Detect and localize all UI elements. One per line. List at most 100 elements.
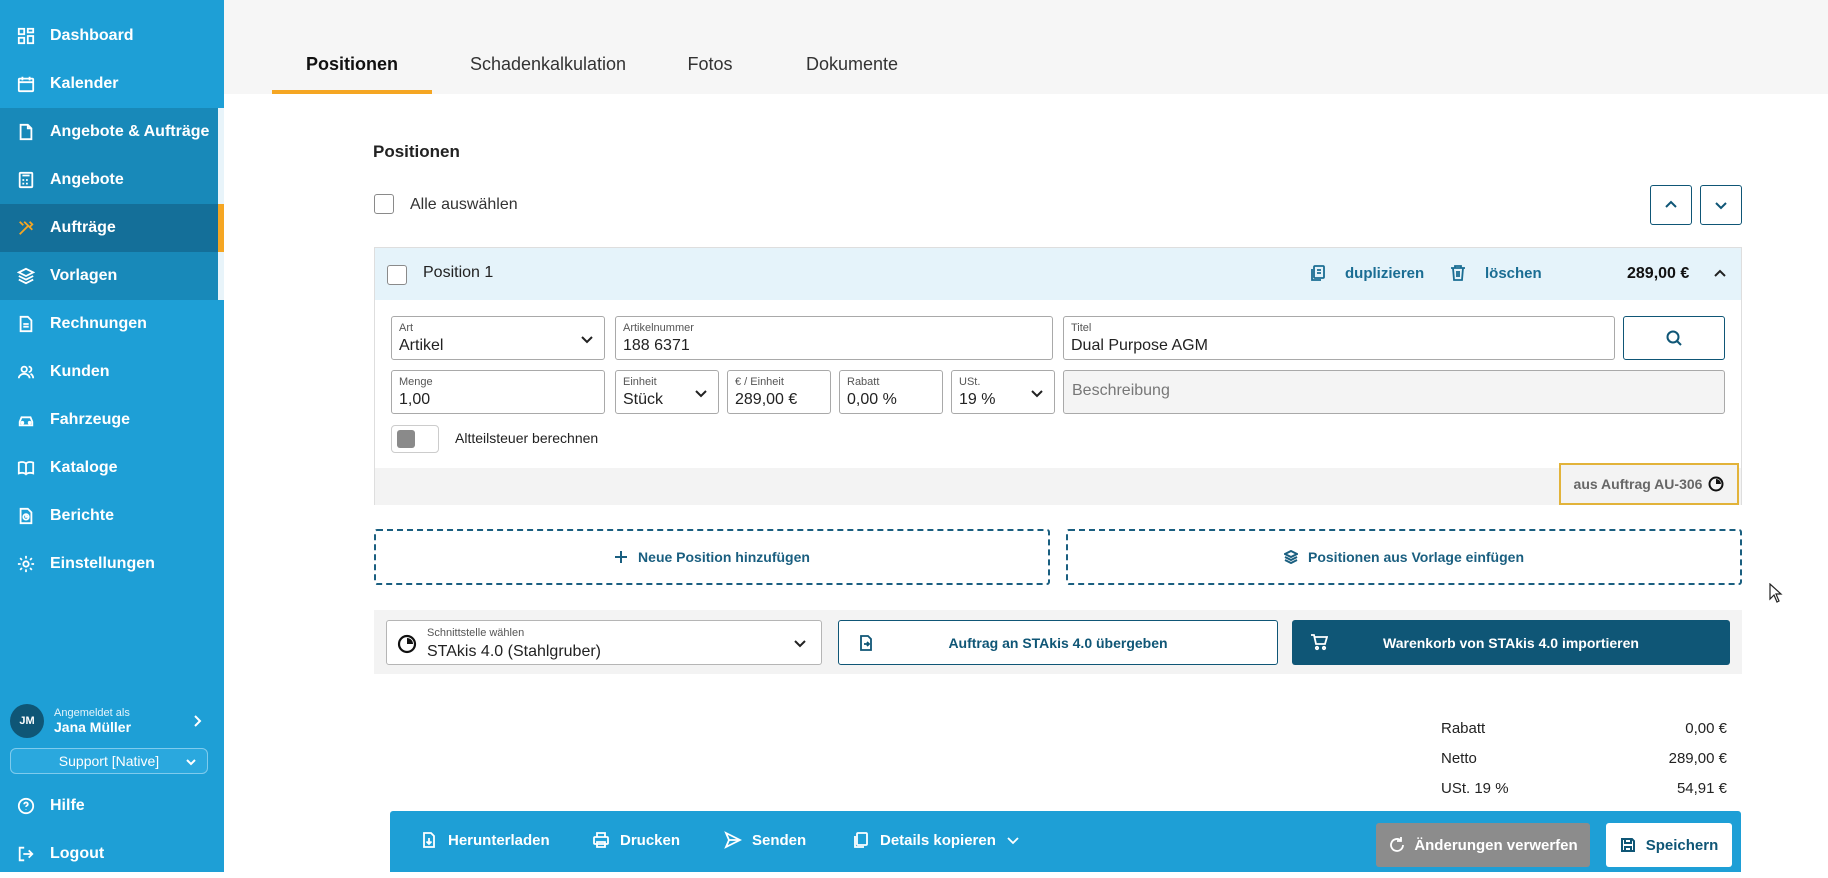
rabatt-label: Rabatt	[847, 376, 880, 388]
copy-icon	[854, 832, 868, 848]
art-label: Art	[399, 322, 414, 334]
discard-changes-button[interactable]: Änderungen verwerfen	[1376, 823, 1590, 867]
plus-icon	[615, 551, 628, 563]
car-icon	[16, 410, 36, 430]
ust-label: USt.	[959, 376, 981, 388]
preis-einheit-label: € / Einheit	[735, 376, 784, 388]
sidebar: Dashboard Kalender Angebote & Aufträge A…	[0, 0, 224, 872]
save-button[interactable]: Speichern	[1606, 823, 1732, 867]
interface-select-label: Schnittstelle wählen	[427, 627, 525, 639]
select-all-label: Alle auswählen	[410, 196, 518, 213]
sidebar-item-label: Angebote & Aufträge	[50, 123, 210, 140]
sidebar-item-logout[interactable]: Logout	[0, 830, 224, 878]
artikelnummer-value: 188 6371	[623, 337, 690, 354]
tab-fotos[interactable]: Fotos	[670, 48, 750, 94]
sidebar-item-kataloge[interactable]: Kataloge	[0, 444, 224, 492]
art-select[interactable]: Art Artikel	[391, 316, 605, 360]
move-down-button[interactable]	[1700, 185, 1742, 225]
sidebar-item-fahrzeuge[interactable]: Fahrzeuge	[0, 396, 224, 444]
invoice-icon	[16, 314, 36, 334]
support-select[interactable]: Support [Native]	[10, 748, 208, 774]
insert-from-template-button[interactable]: Positionen aus Vorlage einfügen	[1066, 529, 1742, 585]
layers-icon	[16, 266, 36, 286]
einheit-select[interactable]: Einheit Stück	[615, 370, 719, 414]
sidebar-item-kunden[interactable]: Kunden	[0, 348, 224, 396]
section-title: Positionen	[373, 142, 460, 161]
interface-select[interactable]: Schnittstelle wählen STAkis 4.0 (Stahlgr…	[386, 620, 822, 665]
save-icon	[1620, 838, 1635, 852]
move-up-button[interactable]	[1650, 185, 1692, 225]
search-icon	[1666, 330, 1682, 346]
titel-field[interactable]: Titel Dual Purpose AGM	[1063, 316, 1615, 360]
printer-icon	[593, 832, 609, 848]
stakis-logo-icon	[397, 634, 417, 654]
sidebar-item-rechnungen[interactable]: Rechnungen	[0, 300, 224, 348]
origin-order-badge[interactable]: aus Auftrag AU-306	[1559, 463, 1739, 505]
titel-value: Dual Purpose AGM	[1071, 337, 1208, 354]
position-footer: aus Auftrag AU-306	[375, 463, 1741, 505]
tab-positionen[interactable]: Positionen	[272, 48, 432, 94]
import-cart-button[interactable]: Warenkorb von STAkis 4.0 importieren	[1292, 620, 1730, 665]
download-button[interactable]: Herunterladen	[420, 831, 550, 849]
artikelnummer-field[interactable]: Artikelnummer 188 6371	[615, 316, 1053, 360]
tab-dokumente[interactable]: Dokumente	[796, 48, 908, 94]
interface-select-value: STAkis 4.0 (Stahlgruber)	[427, 643, 601, 660]
collapse-button[interactable]	[1713, 267, 1727, 281]
copy-details-button[interactable]: Details kopieren	[852, 831, 1020, 849]
article-search-button[interactable]	[1623, 316, 1725, 360]
chevron-up-icon	[1714, 269, 1726, 277]
download-file-icon	[423, 832, 435, 848]
add-position-button[interactable]: Neue Position hinzufügen	[374, 529, 1050, 585]
sidebar-item-einstellungen[interactable]: Einstellungen	[0, 540, 224, 588]
sidebar-item-berichte[interactable]: Berichte	[0, 492, 224, 540]
user-menu[interactable]: JM Angemeldet als Jana Müller	[0, 698, 224, 744]
altteilsteuer-label: Altteilsteuer berechnen	[455, 430, 599, 446]
sidebar-item-kalender[interactable]: Kalender	[0, 60, 224, 108]
avatar: JM	[10, 704, 44, 738]
layers-icon	[1284, 550, 1298, 564]
tools-icon	[16, 218, 36, 238]
sidebar-item-angebote[interactable]: Angebote	[0, 156, 224, 204]
download-label: Herunterladen	[448, 831, 550, 849]
rabatt-field[interactable]: Rabatt 0,00 %	[839, 370, 943, 414]
help-icon	[16, 796, 36, 816]
position-checkbox[interactable]	[387, 265, 407, 285]
transfer-order-button[interactable]: Auftrag an STAkis 4.0 übergeben	[838, 620, 1278, 665]
duplicate-button[interactable]: duplizieren	[1309, 264, 1424, 282]
ust-select[interactable]: USt. 19 %	[951, 370, 1055, 414]
sidebar-item-auftraege[interactable]: Aufträge	[0, 204, 224, 252]
position-card: Position 1 duplizieren löschen 289,00 € …	[374, 247, 1742, 505]
total-row-ust: USt. 19 % 54,91 €	[1441, 780, 1727, 797]
menge-field[interactable]: Menge 1,00	[391, 370, 605, 414]
menge-label: Menge	[399, 376, 433, 388]
menge-value: 1,00	[399, 391, 431, 408]
artikelnummer-label: Artikelnummer	[623, 322, 694, 334]
print-label: Drucken	[620, 831, 681, 849]
chevron-down-icon	[1007, 837, 1019, 845]
send-icon	[724, 831, 742, 849]
chevron-up-icon	[1665, 200, 1677, 208]
sidebar-item-dashboard[interactable]: Dashboard	[0, 12, 224, 60]
sidebar-item-label: Berichte	[50, 507, 115, 524]
cart-icon	[1310, 633, 1329, 651]
document-icon	[16, 122, 36, 142]
beschreibung-textarea[interactable]: Beschreibung	[1063, 370, 1725, 414]
chevron-down-icon	[1030, 386, 1044, 400]
altteilsteuer-toggle[interactable]	[391, 425, 439, 453]
send-button[interactable]: Senden	[724, 831, 806, 849]
chevron-down-icon	[694, 386, 708, 400]
preis-einheit-field[interactable]: € / Einheit 289,00 €	[727, 370, 831, 414]
beschreibung-placeholder: Beschreibung	[1072, 382, 1170, 399]
sidebar-item-label: Rechnungen	[50, 315, 147, 332]
delete-button[interactable]: löschen	[1449, 264, 1542, 282]
sidebar-item-vorlagen[interactable]: Vorlagen	[0, 252, 224, 300]
print-button[interactable]: Drucken	[592, 831, 680, 849]
send-label: Senden	[752, 831, 807, 849]
interface-row: Schnittstelle wählen STAkis 4.0 (Stahlgr…	[374, 610, 1742, 674]
sidebar-item-hilfe[interactable]: Hilfe	[0, 782, 224, 830]
einheit-value: Stück	[623, 391, 664, 408]
art-value: Artikel	[399, 337, 444, 354]
sidebar-item-angebote-auftraege[interactable]: Angebote & Aufträge	[0, 108, 224, 156]
tab-schadenkalkulation[interactable]: Schadenkalkulation	[460, 48, 636, 94]
select-all-checkbox[interactable]	[374, 194, 394, 214]
